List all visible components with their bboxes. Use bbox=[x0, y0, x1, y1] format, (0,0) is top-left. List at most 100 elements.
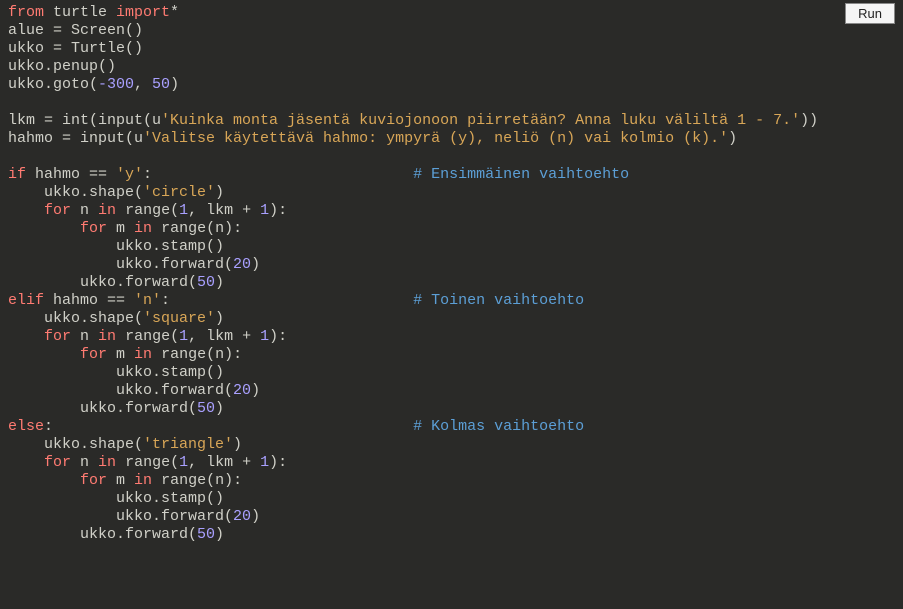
token-plain: ): bbox=[269, 202, 287, 219]
code-line[interactable]: ukko.shape('triangle') bbox=[8, 436, 895, 454]
token-kw: elif bbox=[8, 292, 44, 309]
token-plain bbox=[8, 202, 44, 219]
token-plain: ) bbox=[215, 400, 224, 417]
code-line[interactable]: ukko.forward(50) bbox=[8, 274, 895, 292]
code-line[interactable] bbox=[8, 148, 895, 166]
token-plain: ukko.forward( bbox=[8, 526, 197, 543]
token-plain bbox=[8, 328, 44, 345]
token-plain: ) bbox=[215, 526, 224, 543]
token-str: 'n' bbox=[134, 292, 161, 309]
token-plain: alue = Screen() bbox=[8, 22, 143, 39]
token-kw: in bbox=[134, 472, 152, 489]
token-num: 20 bbox=[233, 382, 251, 399]
token-plain: range(n): bbox=[152, 346, 242, 363]
code-line[interactable]: alue = Screen() bbox=[8, 22, 895, 40]
code-editor[interactable]: from turtle import*alue = Screen()ukko =… bbox=[0, 0, 903, 552]
token-plain: ukko = Turtle() bbox=[8, 40, 143, 57]
token-plain: hahmo = input(u bbox=[8, 130, 143, 147]
code-line[interactable]: for n in range(1, lkm + 1): bbox=[8, 328, 895, 346]
code-line[interactable]: ukko.goto(-300, 50) bbox=[8, 76, 895, 94]
code-line[interactable]: ukko.stamp() bbox=[8, 238, 895, 256]
code-line[interactable]: for n in range(1, lkm + 1): bbox=[8, 454, 895, 472]
code-line[interactable]: hahmo = input(u'Valitse käytettävä hahmo… bbox=[8, 130, 895, 148]
code-line[interactable]: from turtle import* bbox=[8, 4, 895, 22]
code-line[interactable] bbox=[8, 94, 895, 112]
token-kw: for bbox=[80, 472, 107, 489]
token-plain: , bbox=[134, 76, 152, 93]
token-plain: range( bbox=[116, 202, 179, 219]
token-kw: import bbox=[116, 4, 170, 21]
code-line[interactable]: for m in range(n): bbox=[8, 346, 895, 364]
code-line[interactable]: ukko.shape('circle') bbox=[8, 184, 895, 202]
token-plain: , lkm + bbox=[188, 328, 260, 345]
code-line[interactable]: ukko.forward(50) bbox=[8, 526, 895, 544]
token-plain: ukko.shape( bbox=[8, 436, 143, 453]
token-num: 1 bbox=[179, 202, 188, 219]
token-str: 'y' bbox=[116, 166, 143, 183]
token-plain: range(n): bbox=[152, 472, 242, 489]
token-str: 'Kuinka monta jäsentä kuviojonoon piirre… bbox=[161, 112, 800, 129]
token-plain: n bbox=[71, 454, 98, 471]
token-plain: , lkm + bbox=[188, 202, 260, 219]
token-num: 1 bbox=[260, 328, 269, 345]
token-plain: : bbox=[161, 292, 413, 309]
token-str: 'circle' bbox=[143, 184, 215, 201]
token-plain: ukko.shape( bbox=[8, 310, 143, 327]
token-plain: lkm = int(input(u bbox=[8, 112, 161, 129]
code-line[interactable]: elif hahmo == 'n': # Toinen vaihtoehto bbox=[8, 292, 895, 310]
token-plain: m bbox=[107, 346, 134, 363]
token-num: 20 bbox=[233, 256, 251, 273]
token-kw: in bbox=[98, 328, 116, 345]
token-plain: ukko.stamp() bbox=[8, 490, 224, 507]
token-num: -300 bbox=[98, 76, 134, 93]
token-plain: turtle bbox=[44, 4, 116, 21]
token-plain: : bbox=[44, 418, 413, 435]
code-line[interactable]: ukko.forward(20) bbox=[8, 256, 895, 274]
token-str: 'Valitse käytettävä hahmo: ympyrä (y), n… bbox=[143, 130, 728, 147]
code-line[interactable]: lkm = int(input(u'Kuinka monta jäsentä k… bbox=[8, 112, 895, 130]
code-line[interactable]: ukko.forward(20) bbox=[8, 508, 895, 526]
token-kw: for bbox=[44, 202, 71, 219]
token-plain: ukko.forward( bbox=[8, 400, 197, 417]
token-plain: : bbox=[143, 166, 413, 183]
token-plain: ukko.stamp() bbox=[8, 238, 224, 255]
token-num: 1 bbox=[179, 454, 188, 471]
token-plain: ): bbox=[269, 454, 287, 471]
token-str: 'triangle' bbox=[143, 436, 233, 453]
code-line[interactable]: else: # Kolmas vaihtoehto bbox=[8, 418, 895, 436]
token-num: 50 bbox=[197, 526, 215, 543]
token-kw: for bbox=[80, 346, 107, 363]
token-kw: from bbox=[8, 4, 44, 21]
token-plain: ) bbox=[251, 256, 260, 273]
code-line[interactable]: if hahmo == 'y': # Ensimmäinen vaihtoeht… bbox=[8, 166, 895, 184]
token-plain: range( bbox=[116, 454, 179, 471]
token-plain: * bbox=[170, 4, 179, 21]
token-cmt: # Toinen vaihtoehto bbox=[413, 292, 584, 309]
token-plain: ukko.forward( bbox=[8, 508, 233, 525]
token-kw: for bbox=[44, 454, 71, 471]
token-kw: if bbox=[8, 166, 26, 183]
token-plain: ukko.stamp() bbox=[8, 364, 224, 381]
token-plain: m bbox=[107, 220, 134, 237]
token-num: 20 bbox=[233, 508, 251, 525]
code-line[interactable]: ukko.stamp() bbox=[8, 364, 895, 382]
code-line[interactable]: ukko.shape('square') bbox=[8, 310, 895, 328]
code-line[interactable]: ukko.forward(20) bbox=[8, 382, 895, 400]
token-kw: for bbox=[44, 328, 71, 345]
token-num: 1 bbox=[260, 202, 269, 219]
token-cmt: # Ensimmäinen vaihtoehto bbox=[413, 166, 629, 183]
code-line[interactable]: for n in range(1, lkm + 1): bbox=[8, 202, 895, 220]
code-line[interactable]: ukko = Turtle() bbox=[8, 40, 895, 58]
run-button[interactable]: Run bbox=[845, 3, 895, 24]
token-cmt: # Kolmas vaihtoehto bbox=[413, 418, 584, 435]
code-line[interactable]: ukko.forward(50) bbox=[8, 400, 895, 418]
code-line[interactable]: for m in range(n): bbox=[8, 472, 895, 490]
token-plain: range(n): bbox=[152, 220, 242, 237]
token-plain: ukko.forward( bbox=[8, 274, 197, 291]
code-line[interactable]: for m in range(n): bbox=[8, 220, 895, 238]
code-line[interactable]: ukko.penup() bbox=[8, 58, 895, 76]
token-kw: in bbox=[134, 346, 152, 363]
token-plain: ): bbox=[269, 328, 287, 345]
token-plain bbox=[8, 346, 80, 363]
code-line[interactable]: ukko.stamp() bbox=[8, 490, 895, 508]
